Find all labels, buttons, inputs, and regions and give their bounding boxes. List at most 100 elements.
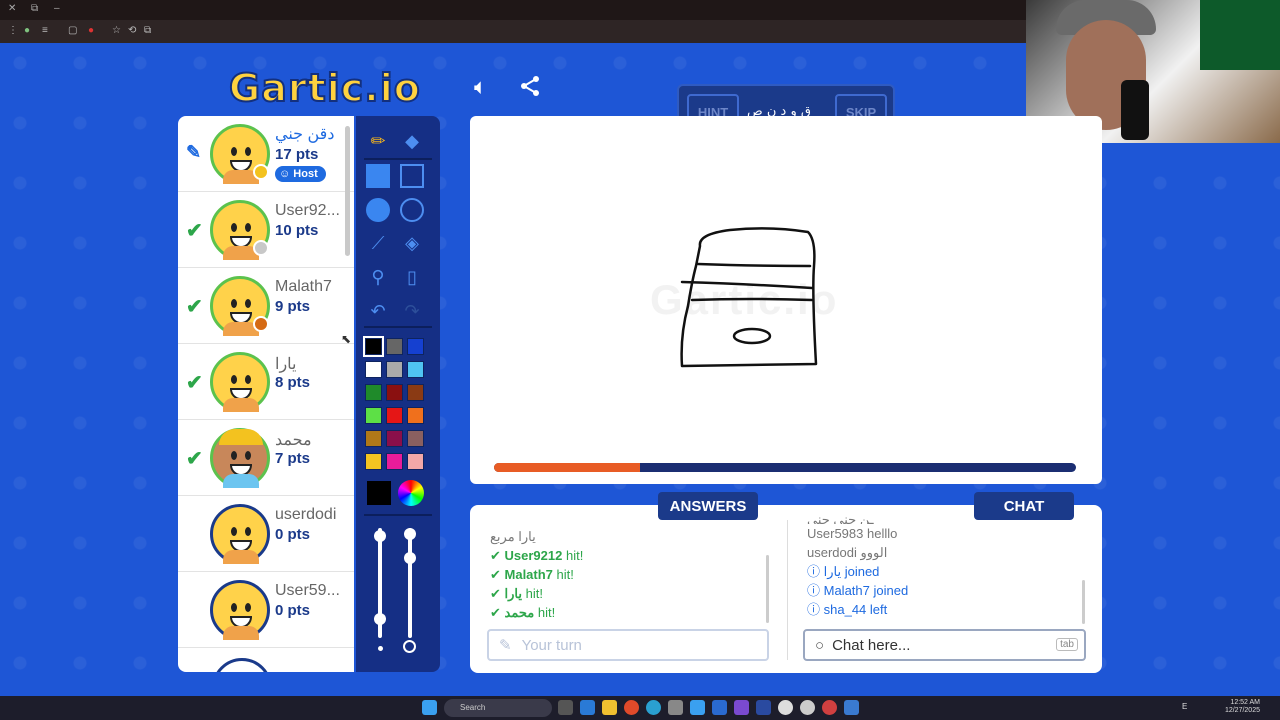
taskbar-search[interactable]: Search (444, 699, 552, 717)
color-swatch[interactable] (386, 430, 403, 447)
player-name: Malath7 (275, 278, 332, 295)
brush-size-knob-lower[interactable] (374, 613, 386, 625)
color-swatch[interactable] (407, 453, 424, 470)
color-swatch[interactable] (386, 361, 403, 378)
opacity-knob[interactable] (404, 528, 416, 540)
color-swatch[interactable] (365, 453, 382, 470)
app-icon-2[interactable] (712, 700, 727, 715)
gartic-logo[interactable]: Gartic.io (228, 65, 421, 111)
app-icon-7[interactable] (844, 700, 859, 715)
app-icon-4[interactable] (756, 700, 771, 715)
minimize-window-icon[interactable]: – (54, 3, 60, 14)
obs-icon[interactable] (800, 700, 815, 715)
color-swatch[interactable] (365, 361, 382, 378)
color-swatch[interactable] (365, 407, 382, 424)
color-swatch[interactable] (386, 453, 403, 470)
small-brush-icon[interactable] (378, 646, 383, 651)
store-icon[interactable] (668, 700, 683, 715)
app-icon-3[interactable] (734, 700, 749, 715)
redo-tool-icon[interactable]: ↷ (399, 298, 425, 324)
player-name: محمد (275, 432, 312, 449)
avatar-partial (212, 658, 272, 672)
player-row[interactable]: ✎ دقن جني 17 pts ☺ Host (178, 116, 354, 192)
color-swatch[interactable] (386, 384, 403, 401)
app-icon-5[interactable] (778, 700, 793, 715)
widgets-icon[interactable] (580, 700, 595, 715)
app-icon[interactable] (690, 700, 705, 715)
search-icon: ○ (815, 636, 825, 654)
extension-icon-2[interactable]: ≡ (42, 25, 48, 36)
player-row[interactable]: ✔ يارا 8 pts (178, 344, 354, 420)
record-icon[interactable]: ● (88, 25, 94, 36)
chat-event: ⓘ sha_44 left (807, 600, 1077, 619)
color-swatch[interactable] (386, 407, 403, 424)
players-scrollbar[interactable] (345, 126, 350, 256)
player-row[interactable]: ✔ محمد 7 pts (178, 420, 354, 496)
circle-tool-icon[interactable] (400, 198, 424, 222)
color-swatch[interactable] (407, 384, 424, 401)
player-row[interactable]: User59... 0 pts (178, 572, 354, 648)
answer-status: hit! (556, 567, 574, 582)
chat-scrollbar[interactable] (1082, 580, 1085, 624)
player-row[interactable]: userdodi 0 pts (178, 496, 354, 572)
drawing-canvas[interactable]: Gartic.io (470, 116, 1102, 484)
chrome-icon[interactable] (624, 700, 639, 715)
color-swatch[interactable] (407, 361, 424, 378)
large-brush-icon[interactable] (403, 640, 416, 653)
taskbar-clock[interactable]: 12:52 AM 12/27/2025 (1225, 699, 1260, 715)
clock-time: 12:52 AM (1230, 699, 1260, 706)
share-page-icon[interactable]: ⟲ (128, 25, 136, 36)
app-icon-6[interactable] (822, 700, 837, 715)
file-explorer-icon[interactable] (602, 700, 617, 715)
pencil-icon: ✎ (499, 637, 512, 654)
player-name: User92... (275, 202, 340, 219)
undo-tool-icon[interactable]: ↶ (365, 298, 391, 324)
brush-size-knob[interactable] (374, 530, 386, 542)
menu-icon[interactable]: ⋮ (8, 25, 18, 36)
close-window-icon[interactable]: ✕ (8, 3, 16, 14)
filled-circle-tool-icon[interactable] (366, 198, 390, 222)
rect-tool-icon[interactable] (400, 164, 424, 188)
opacity-slider[interactable] (408, 528, 412, 638)
color-picker-icon[interactable] (398, 480, 424, 506)
fill-tool-icon[interactable]: ◈ (399, 230, 425, 256)
page-tool-icon[interactable]: ▯ (399, 264, 425, 290)
chat-input[interactable]: ○ Chat here... tab (803, 629, 1086, 661)
task-view-icon[interactable] (558, 700, 573, 715)
extension-icon[interactable]: ● (24, 25, 30, 36)
player-row[interactable]: ✔ User92... 10 pts (178, 192, 354, 268)
windows-start-icon[interactable] (422, 700, 437, 715)
eraser-tool-icon[interactable]: ◆ (399, 128, 425, 154)
round-timer-bar (494, 463, 1076, 472)
line-tool-icon[interactable]: ⟋ (365, 230, 391, 256)
color-swatch[interactable] (407, 430, 424, 447)
share-icon[interactable] (518, 74, 542, 104)
eyedropper-tool-icon[interactable]: ⚲ (365, 264, 391, 290)
answer-input[interactable]: ✎ Your turn (487, 629, 769, 661)
pencil-tool-icon[interactable]: ✏ (365, 128, 391, 154)
restore-window-icon[interactable]: ⧉ (31, 3, 38, 14)
star-icon[interactable]: ☆ (112, 25, 121, 36)
answers-scrollbar[interactable] (766, 555, 769, 623)
color-swatch[interactable] (407, 338, 424, 355)
cast-icon[interactable]: ⧉ (144, 25, 151, 36)
chat-text: helllo (867, 526, 898, 541)
tab-icon[interactable]: ▢ (68, 25, 77, 36)
color-swatch[interactable] (407, 407, 424, 424)
color-swatch[interactable] (386, 338, 403, 355)
language-indicator[interactable]: E (1182, 702, 1187, 711)
current-color-swatch[interactable] (366, 480, 392, 506)
player-points: 9 pts (275, 298, 311, 315)
avatar (210, 504, 270, 564)
player-row[interactable]: ✔ Malath7 9 pts (178, 268, 354, 344)
sound-icon[interactable]: 🔈︎ (474, 74, 487, 100)
chat-message: ـن جني جني (807, 516, 874, 524)
edge-icon[interactable] (646, 700, 661, 715)
color-swatch[interactable] (365, 430, 382, 447)
status-dot (253, 240, 269, 256)
info-icon: ⓘ (807, 564, 824, 579)
color-swatch[interactable] (363, 336, 384, 357)
color-swatch[interactable] (365, 384, 382, 401)
filled-rect-tool-icon[interactable] (366, 164, 390, 188)
opacity-knob-lower[interactable] (404, 552, 416, 564)
